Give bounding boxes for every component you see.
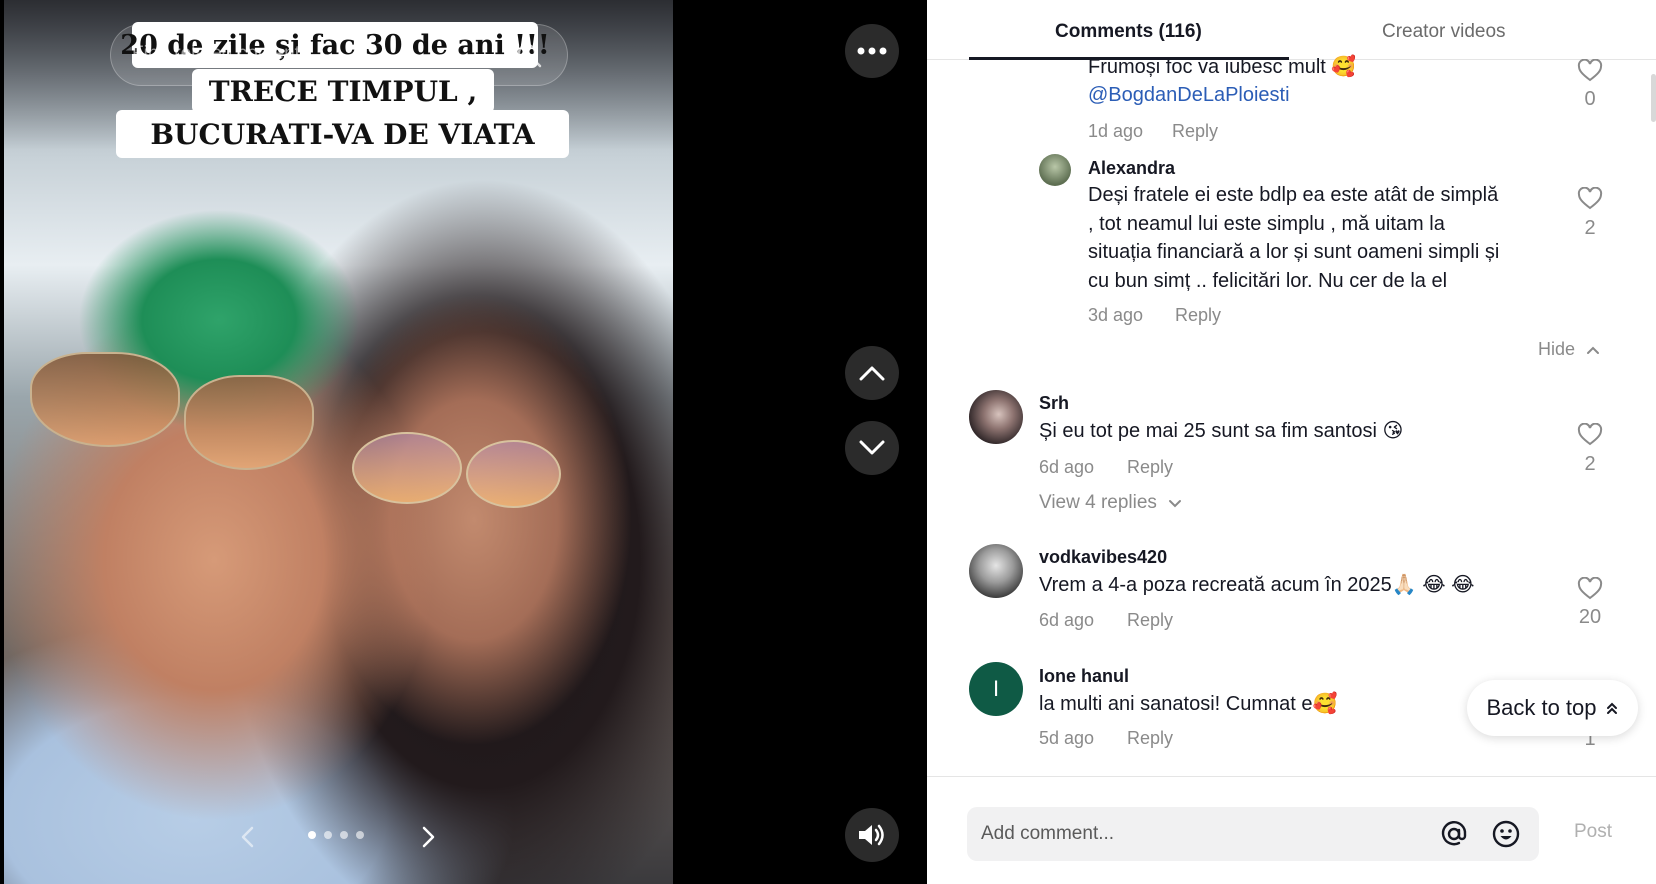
comment-mention[interactable]: @BogdanDeLaPloiesti — [1088, 81, 1290, 110]
search-icon[interactable] — [515, 41, 543, 69]
comment-time: 3d ago — [1088, 305, 1144, 325]
comment-text-line: , tot neamul lui este simplu , mă uitam … — [1088, 213, 1445, 235]
comment-username[interactable]: Alexandra — [1088, 158, 1175, 179]
double-chevron-up-icon — [1606, 702, 1617, 714]
hide-label: Hide — [1538, 339, 1576, 359]
heart-icon[interactable] — [1577, 423, 1603, 447]
reply-button[interactable]: Reply — [1127, 728, 1173, 749]
chevron-up-icon — [859, 366, 885, 381]
slide-dot[interactable] — [324, 831, 332, 839]
post-button[interactable]: Post — [1574, 821, 1612, 843]
avatar[interactable]: I — [969, 662, 1023, 716]
comment-text-line: situația financiară a lor și sunt oameni… — [1088, 241, 1500, 263]
comment-placeholder: Add comment... — [981, 823, 1115, 844]
more-options-button[interactable] — [845, 24, 899, 78]
avatar-letter: I — [992, 676, 1000, 701]
slide-indicator — [308, 831, 364, 839]
slide-dot[interactable] — [340, 831, 348, 839]
comment-username[interactable]: Ione hanul — [1039, 666, 1129, 687]
like-count: 0 — [1584, 88, 1596, 110]
chevron-down-icon — [859, 440, 885, 455]
previous-slide-icon[interactable] — [236, 820, 260, 854]
heart-icon[interactable] — [1577, 59, 1603, 83]
slide-dot[interactable] — [308, 831, 316, 839]
view-replies-button[interactable]: View 4 replies — [1039, 492, 1182, 514]
comment-time: 5d ago — [1039, 728, 1095, 748]
emoji-icon[interactable] — [1491, 819, 1521, 849]
comment-time: 6d ago — [1039, 457, 1095, 477]
avatar[interactable] — [1039, 154, 1071, 186]
chevron-up-icon — [1587, 346, 1600, 354]
comment-text-line: cu bun simț .. felicitări lor. Nu cer de… — [1088, 270, 1448, 292]
more-icon — [857, 47, 887, 55]
like-count: 2 — [1584, 453, 1596, 475]
comments-panel: Comments (116) Creator videos Frumoși fo… — [927, 0, 1656, 884]
tab-comments[interactable]: Comments (116) — [1055, 21, 1202, 43]
next-video-button[interactable] — [845, 421, 899, 475]
comment-text: la multi ani sanatosi! Cumnat e🥰 — [1039, 693, 1338, 715]
reply-button[interactable]: Reply — [1172, 121, 1218, 142]
sunglasses-lens-left — [30, 352, 180, 447]
avatar[interactable] — [969, 390, 1023, 444]
comment-input[interactable]: Add comment... — [967, 807, 1539, 861]
reply-button[interactable]: Reply — [1127, 610, 1173, 631]
heart-icon[interactable] — [1577, 577, 1603, 601]
scrollbar[interactable] — [1651, 74, 1656, 122]
glasses-lens-right — [466, 440, 561, 508]
previous-video-button[interactable] — [845, 346, 899, 400]
like-count: 2 — [1584, 217, 1596, 239]
volume-icon — [859, 824, 884, 846]
glasses-lens-left — [352, 432, 462, 504]
reply-button[interactable]: Reply — [1127, 457, 1173, 478]
comment-text: Frumoși foc va iubesc mult 🥰 — [1088, 56, 1357, 78]
video-caption-line-2: TRECE TIMPUL , — [192, 69, 494, 113]
like-count: 20 — [1578, 606, 1602, 628]
comment-text: Și eu tot pe mai 25 sunt sa fim santosi … — [1039, 420, 1404, 442]
heart-icon[interactable] — [1577, 187, 1603, 211]
sunglasses-lens-right — [184, 375, 314, 470]
slide-dot[interactable] — [356, 831, 364, 839]
next-slide-icon[interactable] — [416, 820, 440, 854]
comment-time: 1d ago — [1088, 121, 1144, 141]
video-caption-line-3: BUCURATI-VA DE VIATA — [116, 110, 569, 158]
mention-icon[interactable] — [1439, 819, 1469, 849]
tab-creator-videos[interactable]: Creator videos — [1382, 21, 1506, 43]
comment-composer: Add comment... Post — [927, 776, 1656, 884]
comment-text: Vrem a 4-a poza recreată acum în 2025🙏🏻 … — [1039, 574, 1475, 596]
reply-button[interactable]: Reply — [1175, 305, 1221, 326]
comment-username[interactable]: vodkavibes420 — [1039, 547, 1167, 568]
chevron-down-icon — [1169, 500, 1182, 508]
comment-text-line: Deși fratele ei este bdlp ea este atât d… — [1088, 184, 1499, 206]
comment-time: 6d ago — [1039, 610, 1095, 630]
comment-username[interactable]: Srh — [1039, 393, 1069, 414]
search-placeholder: Find related content — [132, 43, 300, 64]
panel-tabs: Comments (116) Creator videos — [927, 0, 1656, 60]
volume-button[interactable] — [845, 808, 899, 862]
avatar[interactable] — [969, 544, 1023, 598]
back-to-top-button[interactable]: Back to top — [1467, 680, 1638, 736]
hide-replies-button[interactable]: Hide — [1538, 339, 1600, 360]
video-player[interactable]: 20 de zile și fac 30 de ani !!! TRECE TI… — [0, 0, 927, 884]
back-to-top-label: Back to top — [1486, 695, 1597, 720]
view-replies-label: View 4 replies — [1039, 492, 1157, 513]
